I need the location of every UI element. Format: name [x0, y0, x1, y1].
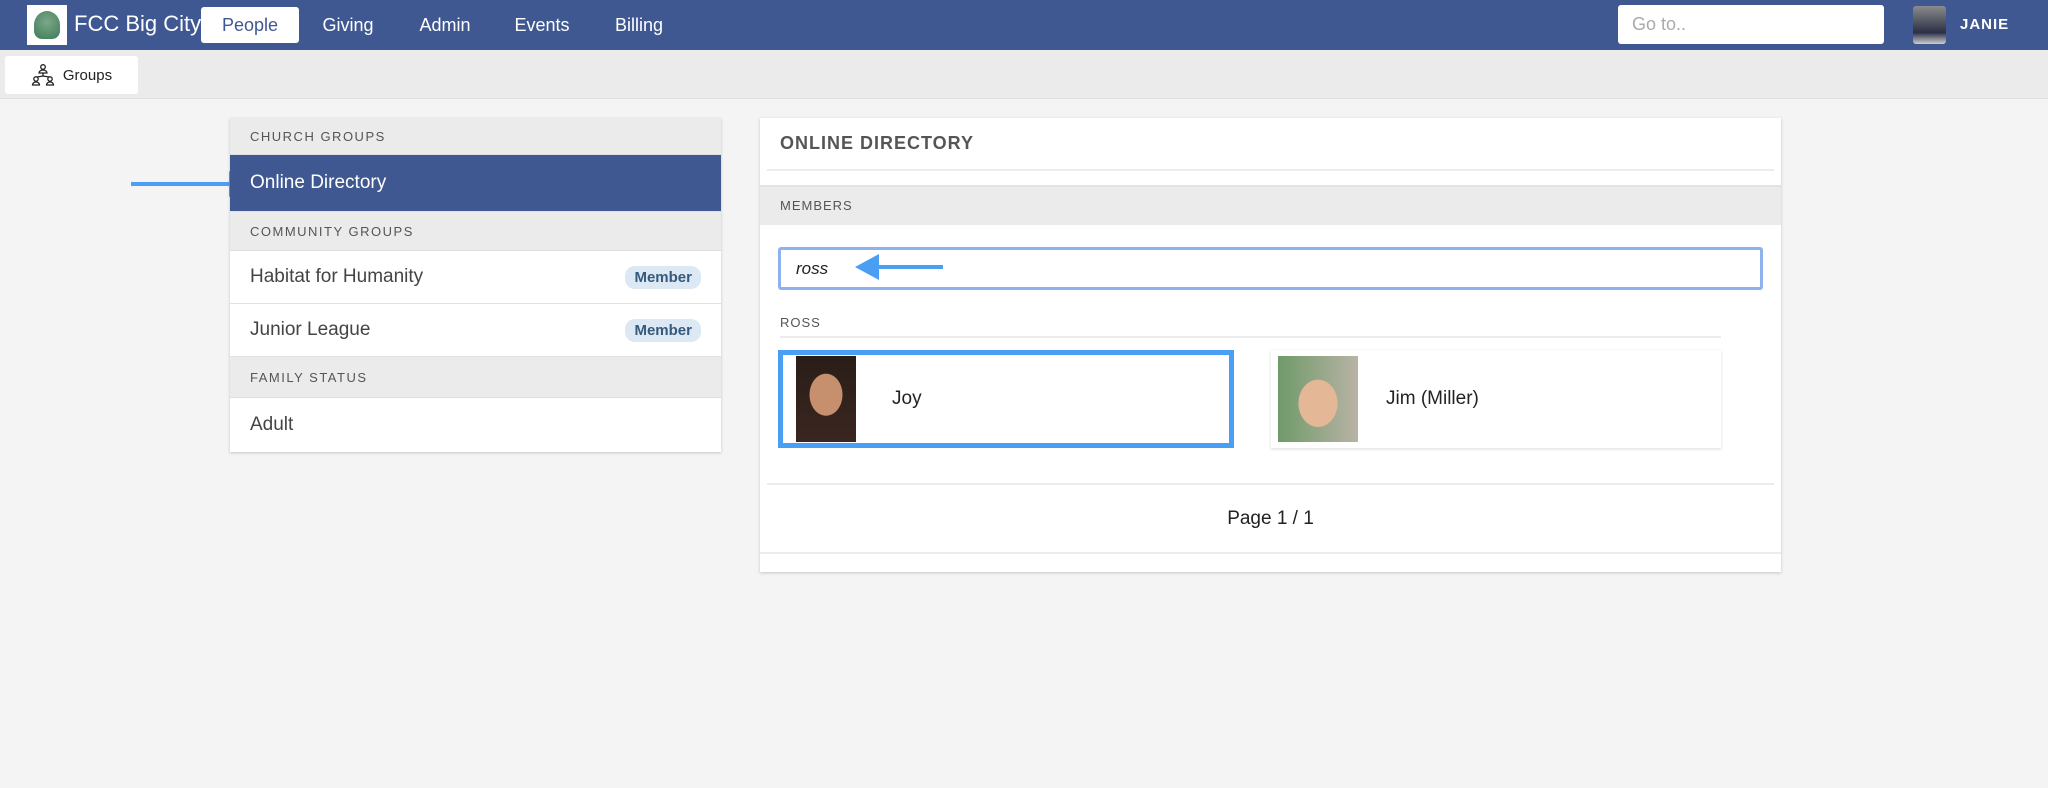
community-groups-header: COMMUNITY GROUPS — [230, 212, 721, 251]
church-logo[interactable] — [27, 5, 67, 45]
sidebar-item-junior-league[interactable]: Junior League Member — [230, 304, 721, 357]
person-name: Jim (Miller) — [1386, 388, 1479, 409]
brand-name[interactable]: FCC Big City — [74, 11, 201, 37]
member-badge: Member — [625, 265, 701, 289]
pagination-label: Page 1 / 1 — [1227, 508, 1314, 529]
top-navbar: FCC Big City People Giving Admin Events … — [0, 0, 2048, 50]
divider — [767, 483, 1774, 485]
sidebar-item-adult[interactable]: Adult — [230, 398, 721, 452]
tab-admin[interactable]: Admin — [405, 7, 485, 43]
church-groups-header: CHURCH GROUPS — [230, 118, 721, 155]
online-directory-label: Online Directory — [250, 172, 387, 193]
group-label: Junior League — [250, 319, 371, 340]
person-photo — [1278, 356, 1358, 442]
groups-icon — [31, 64, 55, 86]
person-photo — [796, 356, 856, 442]
tree-logo-icon — [34, 11, 60, 39]
user-name[interactable]: JANIE — [1960, 16, 2009, 33]
sub-navbar: Groups — [0, 50, 2048, 99]
goto-search-input[interactable] — [1618, 5, 1884, 44]
person-name: Joy — [892, 388, 922, 409]
tab-giving[interactable]: Giving — [308, 7, 388, 43]
groups-button[interactable]: Groups — [5, 56, 138, 94]
user-avatar[interactable] — [1913, 6, 1946, 44]
divider — [780, 336, 1721, 338]
page-title: ONLINE DIRECTORY — [780, 133, 975, 153]
family-status-header: FAMILY STATUS — [230, 357, 721, 398]
sidebar-item-online-directory[interactable]: Online Directory — [230, 155, 721, 212]
person-card-joy[interactable]: Joy — [778, 350, 1234, 448]
tab-billing[interactable]: Billing — [599, 7, 679, 43]
sidebar-item-habitat[interactable]: Habitat for Humanity Member — [230, 251, 721, 304]
family-name-label: ROSS — [780, 315, 821, 330]
groups-label: Groups — [62, 66, 113, 84]
family-status-label: Adult — [250, 414, 294, 435]
member-badge: Member — [625, 318, 701, 342]
groups-sidebar: CHURCH GROUPS Online Directory COMMUNITY… — [230, 118, 721, 452]
person-card-jim[interactable]: Jim (Miller) — [1271, 350, 1721, 448]
tab-people[interactable]: People — [201, 7, 299, 43]
group-label: Habitat for Humanity — [250, 266, 424, 287]
annotation-arrow-left — [855, 254, 943, 280]
divider — [760, 552, 1781, 554]
divider — [767, 169, 1774, 171]
tab-events[interactable]: Events — [502, 7, 582, 43]
members-header: MEMBERS — [760, 185, 1781, 225]
annotation-arrow-right — [131, 171, 253, 197]
online-directory-card: ONLINE DIRECTORY MEMBERS ROSS Joy Jim (M… — [760, 118, 1781, 572]
